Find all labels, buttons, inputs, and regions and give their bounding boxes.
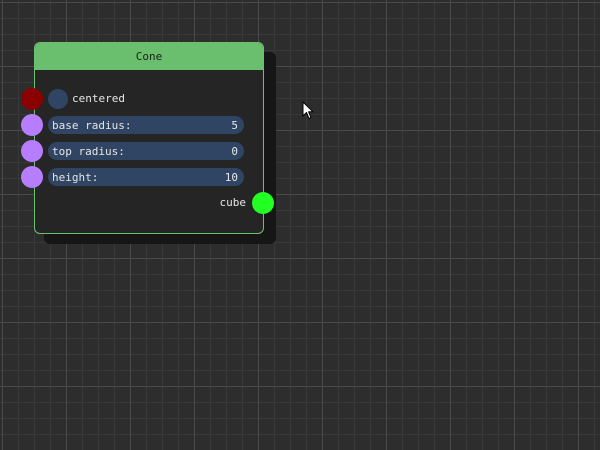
output-label-cube: cube (219, 196, 247, 209)
output-socket-cube[interactable] (252, 192, 274, 214)
node-title: Cone (135, 50, 163, 63)
height-label: height: (52, 170, 99, 184)
base-radius-field[interactable]: base radius: 5 (48, 116, 244, 134)
input-socket-centered[interactable] (21, 88, 43, 110)
base-radius-value: 5 (231, 118, 238, 132)
height-value: 10 (224, 170, 238, 184)
node-title-bar[interactable]: Cone (35, 43, 263, 70)
top-radius-field[interactable]: top radius: 0 (48, 142, 244, 160)
centered-toggle[interactable] (48, 89, 68, 109)
arrow-cursor-icon (302, 101, 314, 119)
top-radius-label: top radius: (52, 144, 125, 158)
top-radius-row: top radius: 0 (34, 141, 264, 161)
height-field[interactable]: height: 10 (48, 168, 244, 186)
base-radius-label: base radius: (52, 118, 132, 132)
height-row: height: 10 (34, 167, 264, 187)
node-editor-canvas[interactable]: Cone centered base radius: 5 top radius:… (0, 0, 600, 450)
centered-label: centered (72, 92, 125, 105)
base-radius-row: base radius: 5 (34, 115, 264, 135)
top-radius-value: 0 (231, 144, 238, 158)
